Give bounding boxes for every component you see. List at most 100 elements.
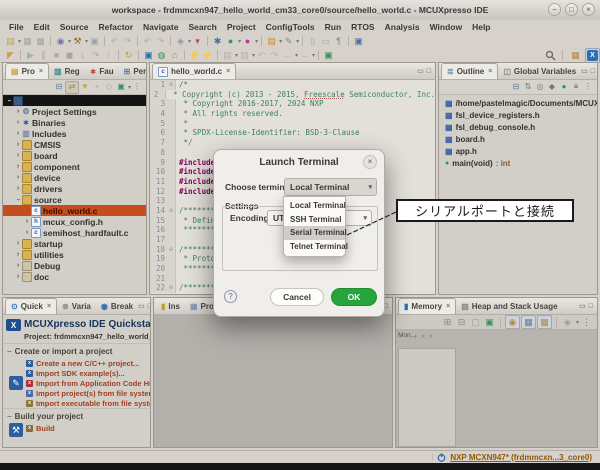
- debug[interactable]: ✱: [211, 35, 224, 47]
- layout-icon[interactable]: ◈: [561, 316, 574, 328]
- tree-item-mcux-config-h[interactable]: ›hmcux_config.h: [3, 216, 146, 227]
- add-monitor-icon[interactable]: +: [413, 332, 418, 341]
- outline-item[interactable]: ▦fsl_debug_console.h: [439, 121, 597, 133]
- terminal-type-combo[interactable]: Local Terminal ▾: [284, 178, 377, 196]
- tree-item-utilities[interactable]: ›utilities: [3, 249, 146, 260]
- editor-minmax[interactable]: ▭□: [417, 63, 435, 79]
- explorer-tab-per[interactable]: ⊞Per: [119, 64, 147, 79]
- tree-item-device[interactable]: ›device: [3, 172, 146, 183]
- quickstart-tab-break[interactable]: ◉Break: [96, 299, 138, 314]
- restart[interactable]: ↻: [122, 49, 135, 61]
- menu-item-window[interactable]: Window: [425, 22, 468, 32]
- close-tab-icon[interactable]: ×: [446, 303, 450, 310]
- new-view[interactable]: ▣: [322, 49, 335, 61]
- nav-fwd[interactable]: ↷: [268, 49, 281, 61]
- menu-item-configtools[interactable]: ConfigTools: [261, 22, 320, 32]
- quickstart-tab-quick[interactable]: ⊙Quick×: [5, 298, 57, 314]
- memory-tab-memory[interactable]: ▮Memory×: [398, 298, 456, 314]
- console-tab-ins[interactable]: ▮Ins: [156, 299, 185, 314]
- menu-item-source[interactable]: Source: [55, 22, 94, 32]
- outline-item[interactable]: ●main(void) : int: [439, 157, 597, 169]
- close-tab-icon[interactable]: ×: [47, 303, 51, 310]
- probe-red-1[interactable]: ⚡: [188, 49, 201, 61]
- dropdown-option-telnet-terminal[interactable]: Telnet Terminal: [284, 240, 345, 254]
- link-memory-icon[interactable]: ▦: [521, 315, 536, 329]
- collapse-icon[interactable]: ›: [15, 196, 22, 204]
- expand-icon[interactable]: ›: [14, 119, 22, 126]
- explorer-tab-reg[interactable]: ▥Reg: [49, 64, 85, 79]
- collapse-all-icon[interactable]: ⊟: [53, 82, 65, 93]
- new-monitor-icon[interactable]: ⊞: [441, 316, 454, 328]
- expand-icon[interactable]: ›: [14, 141, 22, 148]
- target-link[interactable]: NXP MCXN947* (frdmmcxn...3_core0): [450, 453, 592, 462]
- hide-nonpublic-icon[interactable]: ●: [558, 82, 570, 93]
- expand-icon[interactable]: ›: [14, 174, 22, 181]
- nav-back[interactable]: ↶: [255, 49, 268, 61]
- mcux-icon[interactable]: ▣: [142, 49, 155, 61]
- collapse-icon[interactable]: −: [7, 412, 12, 421]
- hide-static-icon[interactable]: ◆: [546, 82, 558, 93]
- tree-item-hello-world-c[interactable]: ›chello_world.c: [3, 205, 146, 216]
- toggle-split-icon[interactable]: ◉: [505, 315, 520, 329]
- save[interactable]: ▦: [21, 35, 34, 47]
- menu-item-project[interactable]: Project: [222, 22, 261, 32]
- close-tab-icon[interactable]: ×: [488, 68, 492, 75]
- help-button[interactable]: ?: [224, 290, 237, 303]
- quickstart-section-header[interactable]: −Create or import a project: [3, 343, 150, 358]
- package-icon[interactable]: ⌂: [168, 49, 181, 61]
- outline-item[interactable]: ▦board.h: [439, 133, 597, 145]
- collapse-all-icon[interactable]: ⊟: [510, 82, 522, 93]
- menu-item-help[interactable]: Help: [467, 22, 495, 32]
- active-perspective-button[interactable]: X: [585, 48, 600, 63]
- link-editor-icon[interactable]: ⇄: [65, 81, 79, 94]
- outline-tab-global-variables[interactable]: ◫Global Variables: [498, 64, 581, 79]
- menu-item-edit[interactable]: Edit: [29, 22, 55, 32]
- menu-item-navigate[interactable]: Navigate: [138, 22, 183, 32]
- link-icon[interactable]: ≡: [570, 82, 582, 93]
- tree-item-project-settings[interactable]: ›⚙Project Settings: [3, 106, 146, 117]
- probe-red-2[interactable]: ⚡: [201, 49, 214, 61]
- fold-marker-icon[interactable]: ⊖: [167, 206, 176, 216]
- hide-fields-icon[interactable]: ◎: [534, 82, 546, 93]
- minimize-button[interactable]: −: [548, 3, 561, 16]
- save-all[interactable]: ▩: [34, 35, 47, 47]
- tree-item-semihost-hardfault-c[interactable]: ›csemihost_hardfault.c: [3, 227, 146, 238]
- close-tab-icon[interactable]: ×: [39, 68, 43, 75]
- mcux-filter-icon[interactable]: ▣: [115, 82, 127, 93]
- toggle-comment[interactable]: ▭: [319, 35, 332, 47]
- collapse-icon[interactable]: ›: [6, 97, 13, 105]
- format[interactable]: ▯: [306, 35, 319, 47]
- expand-icon[interactable]: ›: [14, 130, 22, 137]
- forward[interactable]: ↷: [154, 35, 167, 47]
- profile[interactable]: ●: [241, 35, 254, 47]
- expand-icon[interactable]: ›: [23, 207, 31, 214]
- add-icon[interactable]: +: [91, 82, 103, 93]
- quickstart-link[interactable]: xBuild: [26, 423, 55, 433]
- menu-item-refactor[interactable]: Refactor: [94, 22, 138, 32]
- open-element[interactable]: ◈: [174, 35, 187, 47]
- explorer-tab-pro[interactable]: ▤Pro×: [5, 63, 49, 79]
- tree-item-project[interactable]: ›: [3, 95, 146, 106]
- quickstart-link[interactable]: xImport project(s) from file system..: [26, 388, 151, 398]
- remove-monitor-icon[interactable]: ×: [421, 332, 426, 341]
- expand-icon[interactable]: ›: [23, 229, 31, 236]
- outline-tab-outline[interactable]: ≣Outline×: [441, 63, 498, 79]
- suspend[interactable]: ∥: [37, 49, 50, 61]
- new-wizard[interactable]: ▤: [4, 35, 17, 47]
- disconnect[interactable]: ◼: [63, 49, 76, 61]
- remove-rendering-icon[interactable]: ⊟: [455, 316, 468, 328]
- undo[interactable]: ↶: [108, 35, 121, 47]
- build-all[interactable]: ▣: [88, 35, 101, 47]
- open-directory[interactable]: ▤: [265, 35, 278, 47]
- ok-button[interactable]: OK: [331, 288, 377, 306]
- go-forward[interactable]: →: [298, 49, 311, 61]
- dialog-close-icon[interactable]: ×: [363, 155, 377, 169]
- tree-item-debug[interactable]: ›Debug: [3, 260, 146, 271]
- tree-item-source[interactable]: ›source: [3, 194, 146, 205]
- outline-item[interactable]: ▦/home/pastelmagic/Documents/MCUXpr: [439, 97, 597, 109]
- view-menu-icon[interactable]: ⋮: [582, 82, 594, 93]
- quickstart-link[interactable]: xImport SDK example(s)...: [26, 368, 151, 378]
- menu-item-search[interactable]: Search: [183, 22, 221, 32]
- maximize-button[interactable]: □: [565, 3, 578, 16]
- globe-icon[interactable]: ◍: [155, 49, 168, 61]
